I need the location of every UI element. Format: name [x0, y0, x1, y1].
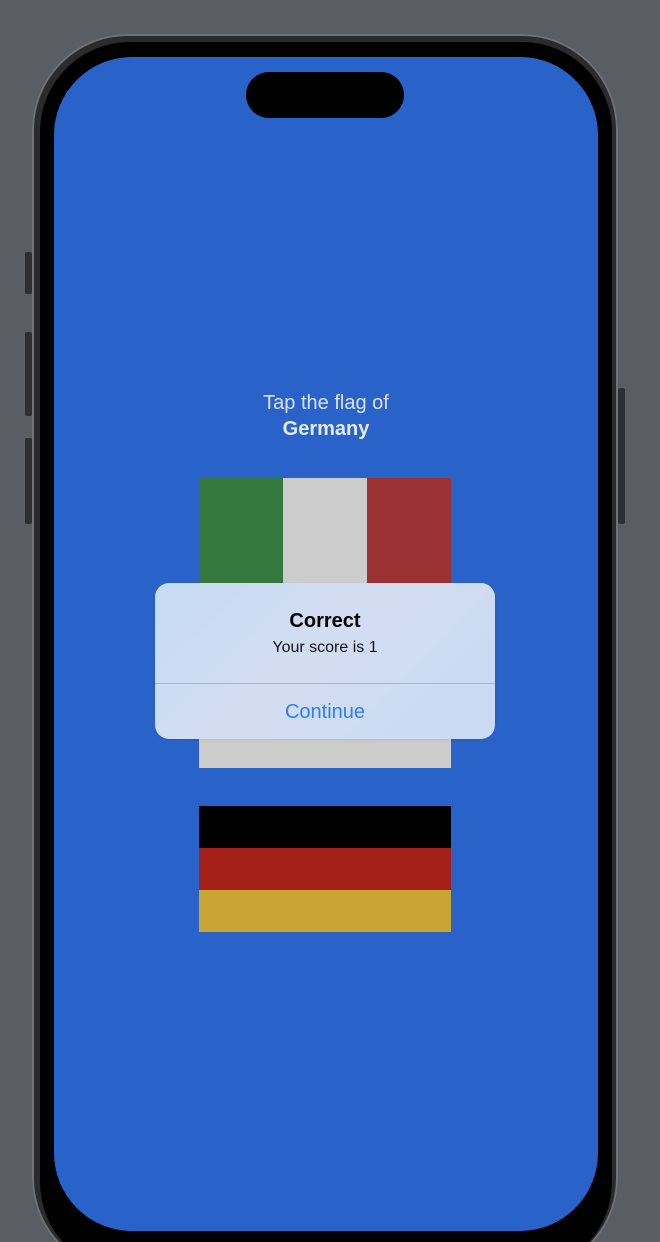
side-power-button: [618, 388, 625, 524]
dynamic-island: [246, 72, 404, 118]
alert-title: Correct: [289, 610, 361, 632]
alert-message: Your score is 1: [272, 639, 378, 656]
volume-down-button: [25, 438, 32, 524]
app-screen: Tap the flag of Germany Correct Your sco…: [54, 57, 598, 1231]
score-alert-dialog: Correct Your score is 1 Continue: [155, 583, 495, 739]
action-button: [25, 252, 32, 294]
prompt-text: Tap the flag of: [263, 392, 389, 414]
continue-button[interactable]: Continue: [155, 684, 495, 739]
germany-flag-red-band: [199, 848, 451, 890]
germany-flag-black-band: [199, 806, 451, 848]
germany-flag-gold-band: [199, 890, 451, 932]
target-country-name: Germany: [282, 418, 370, 440]
device-stage: Tap the flag of Germany Correct Your sco…: [0, 0, 660, 1242]
flag-button-germany[interactable]: [199, 806, 451, 932]
question-prompt: Tap the flag of Germany: [54, 390, 598, 442]
alert-body: Correct Your score is 1: [155, 583, 495, 683]
volume-up-button: [25, 332, 32, 416]
